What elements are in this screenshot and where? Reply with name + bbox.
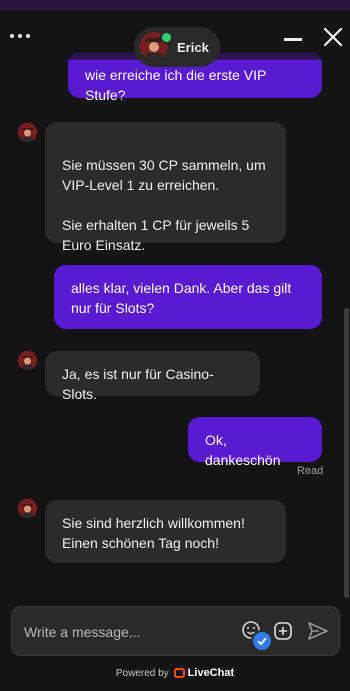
message-text: Ok, dankeschön [205,432,281,468]
message-text: Sie sind herzlich willkommen! Einen schö… [62,515,245,551]
message-text: Sie müssen 30 CP sammeln, um VIP-Level 1… [62,157,266,253]
powered-by-text: Powered by [115,668,169,679]
user-message: alles klar, vielen Dank. Aber das gilt n… [54,265,322,329]
minimize-icon[interactable] [284,38,302,41]
message-list: wie erreiche ich die erste VIP Stufe? Si… [0,0,350,600]
brand-name: LiveChat [187,667,235,679]
message-text: alles klar, vielen Dank. Aber das gilt n… [71,280,292,316]
message-composer [11,606,340,656]
agent-message: Ja, es ist nur für Casino-Slots. [45,351,260,402]
send-icon[interactable] [306,620,330,642]
agent-info[interactable]: Erick [134,27,220,67]
agent-message: Sie müssen 30 CP sammeln, um VIP-Level 1… [45,122,286,253]
online-status-dot [160,31,173,44]
read-receipt: Read [297,465,324,477]
close-icon[interactable] [322,26,344,48]
agent-message: Sie sind herzlich willkommen! Einen schö… [45,500,286,563]
attach-icon[interactable] [272,620,294,642]
menu-dots-icon[interactable] [10,26,34,46]
powered-by-footer[interactable]: Powered by LiveChat [0,667,350,679]
message-text: wie erreiche ich die erste VIP Stufe? [85,67,267,103]
agent-avatar [18,351,37,370]
agent-name: Erick [177,40,209,55]
user-message: Ok, dankeschön [188,417,322,468]
scrollbar[interactable] [344,308,349,598]
agent-avatar [18,123,37,142]
message-input[interactable] [22,620,226,644]
chat-header: Erick [0,10,350,67]
livechat-logo-icon [173,668,185,678]
check-badge-icon [251,630,273,652]
message-text: Ja, es ist nur für Casino-Slots. [62,366,214,402]
agent-avatar [18,499,37,518]
